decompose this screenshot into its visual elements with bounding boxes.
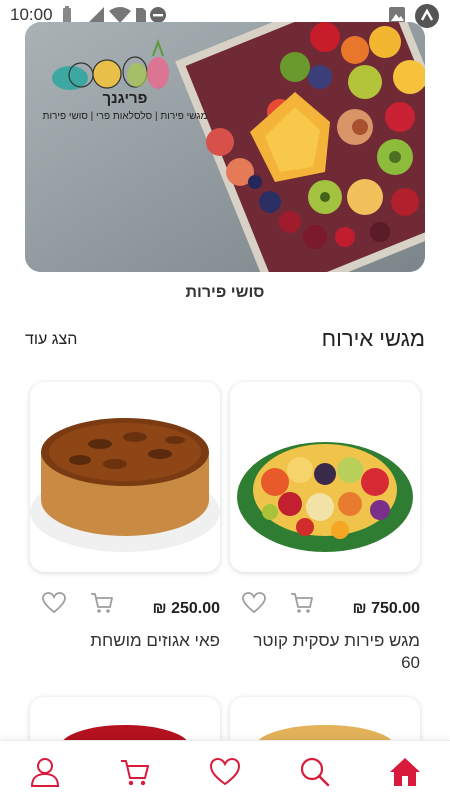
hero-banner[interactable]: פריגנך מגשי פירות | סלסלאות פרי | סושי פ…: [25, 22, 425, 272]
logo-title: פריגנך: [102, 90, 148, 107]
cart-icon[interactable]: [118, 755, 152, 789]
heart-icon[interactable]: [208, 755, 242, 789]
product-card-image[interactable]: [30, 382, 220, 572]
wishlist-heart-icon[interactable]: [241, 590, 267, 616]
pecan-pie-image: [30, 418, 220, 552]
wishlist-heart-icon[interactable]: [41, 590, 67, 616]
fruit-platter-image: [237, 442, 413, 552]
product-price: 250.00 ₪: [152, 600, 220, 617]
section-title: מגשי אירוח: [321, 326, 425, 351]
hero-image: [25, 22, 425, 272]
bottom-navigation: [0, 740, 450, 800]
home-icon[interactable]: [388, 755, 422, 789]
hero-caption[interactable]: סושי פירות: [0, 284, 450, 302]
product-price: 750.00 ₪: [352, 600, 420, 617]
add-to-cart-icon[interactable]: [289, 590, 315, 616]
product-name[interactable]: פאי אגוזים מושחת: [30, 630, 220, 652]
product-card-image[interactable]: [230, 382, 420, 572]
profile-icon[interactable]: [28, 755, 62, 789]
add-to-cart-icon[interactable]: [89, 590, 115, 616]
product-name[interactable]: מגש פירות עסקית קוטר 60: [230, 630, 420, 674]
logo-tagline: מגשי פירות | סלסלאות פרי | סושי פירות: [42, 111, 208, 122]
show-more-link[interactable]: הצג עוד: [25, 331, 77, 349]
search-icon[interactable]: [298, 755, 332, 789]
